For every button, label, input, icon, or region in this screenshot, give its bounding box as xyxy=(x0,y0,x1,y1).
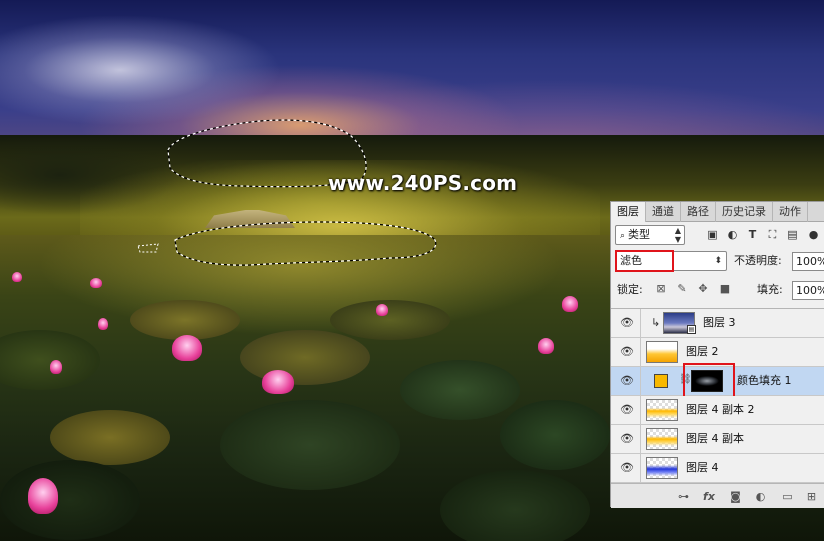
tab-actions[interactable]: 动作 xyxy=(773,202,808,222)
smart-object-filter-icon[interactable]: ▤ xyxy=(786,228,799,241)
updown-icon: ⬍ xyxy=(714,256,722,266)
screenshot-stage: www.240PS.com 图层 通道 路径 历史记录 动作 ⌕ 类型 ▲ ▼ ▣ … xyxy=(0,0,824,541)
type-filter-icon[interactable]: T xyxy=(746,228,759,241)
visibility-toggle[interactable]: 👁 xyxy=(611,425,641,453)
fx-icon[interactable]: fx xyxy=(701,490,717,503)
eye-icon: 👁 xyxy=(620,403,634,416)
layer-name: 图层 3 xyxy=(703,316,736,329)
add-mask-icon[interactable]: ◙ xyxy=(729,490,742,503)
layers-bottom-toolbar: ⊶ fx ◙ ◐ ▭ ⊞ xyxy=(611,483,824,508)
watermark-text: www.240PS.com xyxy=(328,171,518,195)
filter-kind-value: 类型 xyxy=(628,228,651,241)
filter-toggle-icon[interactable]: ● xyxy=(807,228,820,241)
layer-thumbnail xyxy=(646,341,678,363)
layer-row[interactable]: 👁 图层 4 副本 xyxy=(611,425,824,454)
lock-brush-icon[interactable]: ✎ xyxy=(676,283,688,295)
visibility-toggle[interactable]: 👁 xyxy=(611,454,641,482)
fill-color-swatch[interactable] xyxy=(654,374,668,388)
visibility-toggle[interactable]: 👁 xyxy=(611,396,641,424)
new-group-icon[interactable]: ▭ xyxy=(781,490,794,503)
clip-arrow-icon: ↳ xyxy=(651,316,661,329)
layer-name: 颜色填充 1 xyxy=(737,374,792,387)
layer-row[interactable]: 👁 图层 4 副本 2 xyxy=(611,396,824,425)
eye-icon: 👁 xyxy=(620,316,634,329)
link-icon[interactable]: ⊶ xyxy=(677,490,690,503)
visibility-toggle[interactable]: 👁 xyxy=(611,338,641,366)
tab-channels[interactable]: 通道 xyxy=(646,202,681,222)
visibility-toggle[interactable]: 👁 xyxy=(611,309,641,337)
eye-icon: 👁 xyxy=(620,432,634,445)
smart-object-icon: ▤ xyxy=(687,325,696,334)
tab-paths[interactable]: 路径 xyxy=(681,202,716,222)
eye-icon: 👁 xyxy=(620,461,634,474)
layers-panel: 图层 通道 路径 历史记录 动作 ⌕ 类型 ▲ ▼ ▣ ◐ T ⛶ ▤ ● 滤色 ⬍… xyxy=(610,201,824,508)
fill-label: 填充: xyxy=(757,283,783,296)
new-layer-icon[interactable]: ⊞ xyxy=(805,490,818,503)
layer-name: 图层 4 副本 2 xyxy=(686,403,755,416)
adjustment-layer-icon[interactable]: ◐ xyxy=(754,490,767,503)
eye-icon: 👁 xyxy=(620,374,634,387)
layer-name: 图层 2 xyxy=(686,345,719,358)
opacity-label: 不透明度: xyxy=(734,254,782,267)
lock-all-icon[interactable]: ■ xyxy=(719,283,731,295)
tab-history[interactable]: 历史记录 xyxy=(716,202,773,222)
layer-thumbnail xyxy=(646,428,678,450)
visibility-toggle[interactable]: 👁 xyxy=(611,367,641,395)
image-filter-icon[interactable]: ▣ xyxy=(706,228,719,241)
layer-name: 图层 4 xyxy=(686,461,719,474)
filter-row: ⌕ 类型 ▲ ▼ ▣ ◐ T ⛶ ▤ ● xyxy=(611,224,824,248)
shape-filter-icon[interactable]: ⛶ xyxy=(766,228,779,241)
blend-row: 滤色 ⬍ 不透明度: 100% xyxy=(611,250,824,274)
stepper-icon: ▲ ▼ xyxy=(674,226,681,244)
lock-move-icon[interactable]: ✥ xyxy=(697,283,709,295)
layer-row[interactable]: 👁 ↳ ▤ 图层 3 xyxy=(611,309,824,338)
layer-name: 图层 4 副本 xyxy=(686,432,744,445)
filter-kind-select[interactable]: ⌕ 类型 ▲ ▼ xyxy=(615,225,685,245)
lock-transparent-icon[interactable]: ⊠ xyxy=(655,283,667,295)
eye-icon: 👁 xyxy=(620,345,634,358)
layer-list: 👁 ↳ ▤ 图层 3 👁 图层 2 👁 ⛓ 颜色填充 1 👁 图层 4 副本 2… xyxy=(611,308,824,483)
layer-thumbnail xyxy=(646,457,678,479)
lock-label: 锁定: xyxy=(617,283,643,296)
blend-mode-highlight xyxy=(615,250,674,272)
adjustment-filter-icon[interactable]: ◐ xyxy=(726,228,739,241)
panel-tab-bar: 图层 通道 路径 历史记录 动作 xyxy=(611,202,824,222)
layer-row[interactable]: 👁 图层 4 xyxy=(611,454,824,483)
fill-field[interactable]: 100% xyxy=(792,281,824,300)
tab-layers[interactable]: 图层 xyxy=(611,202,646,222)
opacity-field[interactable]: 100% xyxy=(792,252,824,271)
lock-row: 锁定: ⊠ ✎ ✥ ■ 填充: 100% xyxy=(611,278,824,302)
layer-row-selected[interactable]: 👁 ⛓ 颜色填充 1 xyxy=(611,363,824,401)
search-icon: ⌕ xyxy=(620,231,626,241)
layer-thumbnail xyxy=(646,399,678,421)
